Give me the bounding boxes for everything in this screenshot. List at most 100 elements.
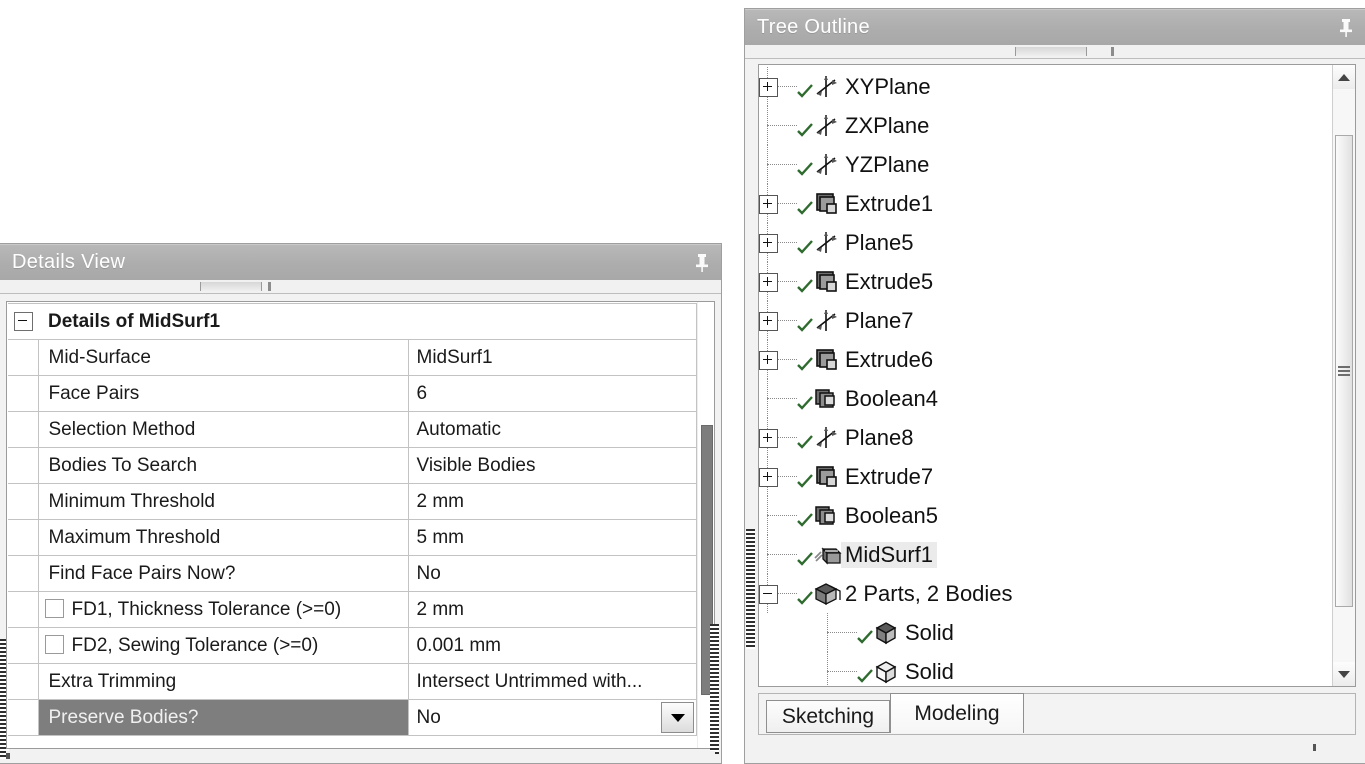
checkmark-icon[interactable] xyxy=(797,274,813,293)
scroll-down-arrow-icon[interactable] xyxy=(1333,662,1355,686)
checkmark-icon[interactable] xyxy=(797,469,813,488)
tab-sketching[interactable]: Sketching xyxy=(766,700,890,733)
dropdown-button[interactable] xyxy=(661,702,694,733)
tree-outline-splitter[interactable] xyxy=(745,45,1365,59)
details-view-header: Details View xyxy=(0,244,721,280)
expand-icon[interactable] xyxy=(759,234,778,253)
tree-item-2-parts-2-bodies[interactable]: 2 Parts, 2 Bodies xyxy=(759,574,1333,613)
tree-item-yzplane[interactable]: YZPlane xyxy=(759,145,1333,184)
details-row[interactable]: FD1, Thickness Tolerance (>=0) 2 mm xyxy=(8,591,697,628)
details-row[interactable]: Mid-Surface MidSurf1 xyxy=(8,339,697,376)
tree-item-plane7[interactable]: Plane7 xyxy=(759,301,1333,340)
details-row[interactable]: Minimum Threshold 2 mm xyxy=(8,483,697,520)
details-value-cell[interactable]: 0.001 mm xyxy=(407,627,697,664)
collapse-icon[interactable] xyxy=(759,585,778,604)
details-value-cell[interactable]: 2 mm xyxy=(407,591,697,628)
tree-item-zxplane[interactable]: ZXPlane xyxy=(759,106,1333,145)
tree-item-solid[interactable]: Solid xyxy=(759,613,1333,652)
expand-icon[interactable] xyxy=(759,351,778,370)
expand-icon[interactable] xyxy=(759,312,778,331)
details-property-cell[interactable]: Extra Trimming xyxy=(37,663,409,700)
tab-modeling[interactable]: Modeling xyxy=(890,693,1024,733)
details-value-cell[interactable]: Intersect Untrimmed with... xyxy=(407,663,697,700)
tree-vertical-scrollbar[interactable] xyxy=(1332,65,1355,686)
details-value-cell[interactable]: Visible Bodies xyxy=(407,447,697,484)
details-table: Details of MidSurf1 Mid-Surface MidSurf1 Fa… xyxy=(8,303,697,736)
checkbox-unchecked-icon[interactable] xyxy=(44,634,64,654)
details-row[interactable]: Extra Trimming Intersect Untrimmed with..… xyxy=(8,663,697,700)
details-value-label: 5 mm xyxy=(416,526,465,548)
details-property-cell[interactable]: FD2, Sewing Tolerance (>=0) xyxy=(37,627,409,664)
tree-item-boolean4[interactable]: Boolean4 xyxy=(759,379,1333,418)
checkbox-unchecked-icon[interactable] xyxy=(44,598,64,618)
details-row[interactable]: Find Face Pairs Now? No xyxy=(8,555,697,592)
checkmark-icon[interactable] xyxy=(797,391,813,410)
details-property-cell[interactable]: Selection Method xyxy=(37,411,409,448)
checkmark-icon[interactable] xyxy=(797,235,813,254)
splitter-grip[interactable] xyxy=(200,282,262,291)
checkmark-icon[interactable] xyxy=(797,430,813,449)
details-property-cell[interactable]: Find Face Pairs Now? xyxy=(37,555,409,592)
details-row[interactable]: Preserve Bodies? No xyxy=(8,699,697,736)
expand-icon[interactable] xyxy=(759,78,778,97)
tree-item-boolean5[interactable]: Boolean5 xyxy=(759,496,1333,535)
details-property-cell[interactable]: Maximum Threshold xyxy=(37,519,409,556)
scroll-up-arrow-icon[interactable] xyxy=(1333,65,1355,89)
tree-item-plane5[interactable]: Plane5 xyxy=(759,223,1333,262)
checkmark-icon[interactable] xyxy=(797,196,813,215)
checkmark-icon[interactable] xyxy=(797,352,813,371)
tree-item-solid[interactable]: Solid xyxy=(759,652,1333,686)
details-value-cell[interactable]: Automatic xyxy=(407,411,697,448)
details-row[interactable]: Bodies To Search Visible Bodies xyxy=(8,447,697,484)
details-row[interactable]: Maximum Threshold 5 mm xyxy=(8,519,697,556)
details-row-gutter xyxy=(8,663,38,700)
details-value-cell[interactable]: MidSurf1 xyxy=(407,339,697,376)
collapse-icon[interactable] xyxy=(13,311,33,331)
details-value-cell[interactable]: 5 mm xyxy=(407,519,697,556)
details-value-cell[interactable]: 2 mm xyxy=(407,483,697,520)
checkmark-icon[interactable] xyxy=(857,625,873,644)
details-value-cell[interactable]: 6 xyxy=(407,375,697,412)
expand-icon[interactable] xyxy=(759,273,778,292)
details-row[interactable]: FD2, Sewing Tolerance (>=0) 0.001 mm xyxy=(8,627,697,664)
checkmark-icon[interactable] xyxy=(797,118,813,137)
details-property-cell[interactable]: Face Pairs xyxy=(37,375,409,412)
details-row[interactable]: Selection Method Automatic xyxy=(8,411,697,448)
tree-item-extrude6[interactable]: Extrude6 xyxy=(759,340,1333,379)
details-value-cell[interactable]: No xyxy=(407,555,697,592)
details-property-cell[interactable]: Mid-Surface xyxy=(37,339,409,376)
details-property-cell[interactable]: Minimum Threshold xyxy=(37,483,409,520)
tree-item-extrude5[interactable]: Extrude5 xyxy=(759,262,1333,301)
details-view-panel: Details View Details of MidSurf1 Mid-Surf… xyxy=(0,243,722,764)
tree-item-midsurf1[interactable]: MidSurf1 xyxy=(759,535,1333,574)
details-group-expander[interactable] xyxy=(8,303,38,340)
checkmark-icon[interactable] xyxy=(797,508,813,527)
checkmark-icon[interactable] xyxy=(797,79,813,98)
tree-item-plane8[interactable]: Plane8 xyxy=(759,418,1333,457)
expand-icon[interactable] xyxy=(759,429,778,448)
checkmark-icon[interactable] xyxy=(797,157,813,176)
pushpin-icon[interactable] xyxy=(691,251,713,275)
details-row[interactable]: Face Pairs 6 xyxy=(8,375,697,412)
details-property-cell[interactable]: Bodies To Search xyxy=(37,447,409,484)
details-property-cell[interactable]: FD1, Thickness Tolerance (>=0) xyxy=(37,591,409,628)
tree-item-xyplane[interactable]: XYPlane xyxy=(759,67,1333,106)
checkmark-icon[interactable] xyxy=(857,664,873,683)
checkmark-icon[interactable] xyxy=(797,547,813,566)
splitter-grip[interactable] xyxy=(1015,47,1087,56)
expand-icon[interactable] xyxy=(759,195,778,214)
details-value-label: 6 xyxy=(416,382,428,404)
tree-item-extrude7[interactable]: Extrude7 xyxy=(759,457,1333,496)
expand-icon[interactable] xyxy=(759,468,778,487)
tree-item-label: Plane8 xyxy=(845,424,914,450)
details-property-cell[interactable]: Preserve Bodies? xyxy=(37,699,409,736)
details-value-cell[interactable]: No xyxy=(407,699,697,736)
tree-scrollbar-thumb[interactable] xyxy=(1335,135,1353,607)
checkmark-icon[interactable] xyxy=(797,586,813,605)
checkmark-icon[interactable] xyxy=(797,313,813,332)
details-view-splitter[interactable] xyxy=(0,280,721,294)
pushpin-icon[interactable] xyxy=(1335,16,1357,40)
tree-guide-line xyxy=(767,515,797,516)
plane-icon xyxy=(814,74,840,100)
tree-item-extrude1[interactable]: Extrude1 xyxy=(759,184,1333,223)
